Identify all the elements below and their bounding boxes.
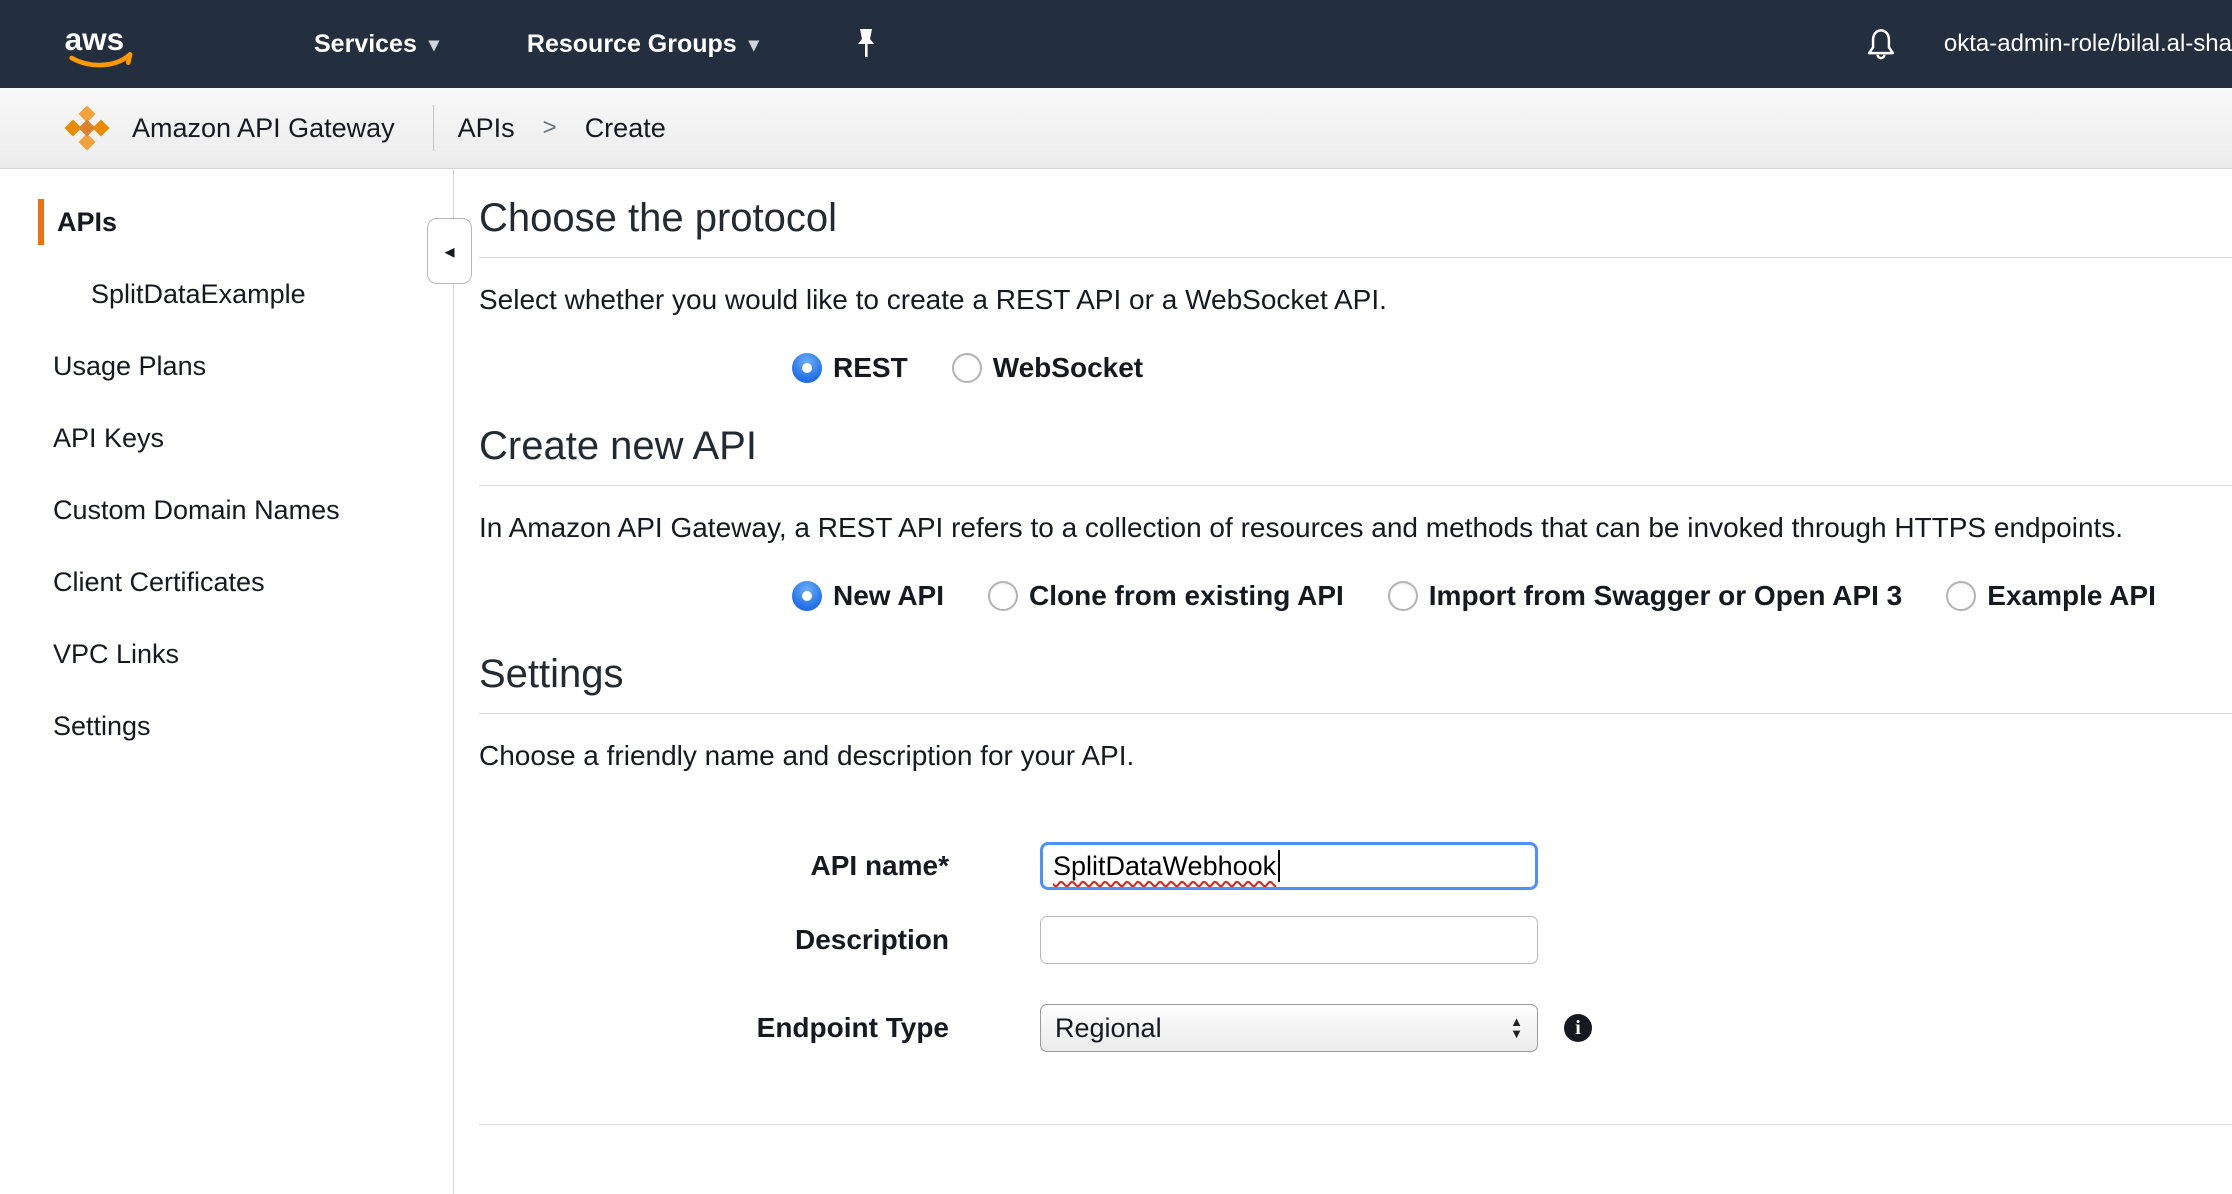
sidebar-item-splitdataexample[interactable]: SplitDataExample: [0, 258, 453, 330]
api-gateway-icon: [64, 105, 110, 151]
description-input[interactable]: [1040, 916, 1538, 964]
new-api-radio-label: New API: [833, 580, 944, 612]
example-api-radio-label: Example API: [1987, 580, 2156, 612]
api-name-value: SplitDataWebhook: [1053, 851, 1276, 882]
clone-existing-radio-label: Clone from existing API: [1029, 580, 1344, 612]
breadcrumb-separator: >: [543, 114, 557, 142]
clone-existing-radio[interactable]: [988, 581, 1018, 611]
rest-radio-label: REST: [833, 352, 908, 384]
websocket-radio[interactable]: [952, 353, 982, 383]
bell-icon: [1864, 27, 1898, 61]
resource-groups-menu[interactable]: Resource Groups ▾: [527, 30, 759, 59]
protocol-section-description: Select whether you would like to create …: [479, 284, 2232, 316]
sidebar-item-apis[interactable]: APIs: [38, 199, 453, 245]
new-api-radio[interactable]: [792, 581, 822, 611]
aws-logo[interactable]: aws: [60, 18, 144, 70]
websocket-radio-label: WebSocket: [993, 352, 1143, 384]
endpoint-type-value: Regional: [1055, 1013, 1162, 1044]
service-name: Amazon API Gateway: [132, 113, 395, 144]
api-name-row: API name* SplitDataWebhook: [479, 842, 2232, 890]
sidebar-item-custom-domain-names[interactable]: Custom Domain Names: [0, 474, 453, 546]
api-name-label: API name*: [479, 850, 949, 882]
chevron-down-icon: ▾: [429, 32, 439, 57]
protocol-section-title: Choose the protocol: [479, 196, 2232, 241]
create-api-radio-group: New API Clone from existing API Import f…: [792, 580, 2232, 612]
pin-icon: [851, 27, 881, 61]
sidebar-item-client-certificates[interactable]: Client Certificates: [0, 546, 453, 618]
breadcrumb: APIs > Create: [458, 113, 666, 144]
aws-logo-icon: aws: [60, 18, 144, 70]
collapse-left-icon: ◂: [444, 239, 454, 264]
create-api-section-description: In Amazon API Gateway, a REST API refers…: [479, 512, 2232, 544]
settings-section-description: Choose a friendly name and description f…: [479, 740, 2232, 772]
sidebar-item-usage-plans[interactable]: Usage Plans: [0, 330, 453, 402]
example-api-radio[interactable]: [1946, 581, 1976, 611]
radio-option-new-api[interactable]: New API: [792, 580, 944, 612]
import-swagger-radio[interactable]: [1388, 581, 1418, 611]
services-menu-label: Services: [314, 30, 417, 59]
divider: [479, 257, 2232, 258]
endpoint-type-row: Endpoint Type Regional ▲ ▼ i: [479, 1004, 2232, 1052]
services-menu[interactable]: Services ▾: [314, 30, 439, 59]
radio-option-websocket[interactable]: WebSocket: [952, 352, 1143, 384]
sidebar-item-api-keys[interactable]: API Keys: [0, 402, 453, 474]
divider: [479, 485, 2232, 486]
sidebar-collapse-button[interactable]: ◂: [427, 218, 472, 284]
create-api-section-title: Create new API: [479, 424, 2232, 469]
api-name-input[interactable]: SplitDataWebhook: [1040, 842, 1538, 890]
rest-radio[interactable]: [792, 353, 822, 383]
api-settings-form: API name* SplitDataWebhook Description E…: [479, 842, 2232, 1052]
endpoint-type-info-icon[interactable]: i: [1564, 1014, 1592, 1042]
top-navigation-bar: aws Services ▾ Resource Groups ▾ okta-ad…: [0, 0, 2232, 88]
svg-text:aws: aws: [65, 21, 125, 57]
endpoint-type-label: Endpoint Type: [479, 1012, 949, 1044]
settings-section-title: Settings: [479, 652, 2232, 697]
text-cursor: [1278, 850, 1280, 882]
import-swagger-radio-label: Import from Swagger or Open API 3: [1429, 580, 1902, 612]
select-arrows-icon: ▲ ▼: [1510, 1016, 1527, 1040]
header-divider: [433, 105, 434, 151]
notifications-button[interactable]: [1864, 27, 1898, 61]
description-row: Description: [479, 916, 2232, 964]
service-home-link[interactable]: Amazon API Gateway: [64, 105, 395, 151]
breadcrumb-apis-link[interactable]: APIs: [458, 113, 515, 144]
resource-groups-menu-label: Resource Groups: [527, 30, 737, 59]
select-arrow-down-icon: ▼: [1510, 1028, 1523, 1040]
breadcrumb-current-page: Create: [585, 113, 666, 144]
divider: [479, 1124, 2232, 1125]
sidebar-item-vpc-links[interactable]: VPC Links: [0, 618, 453, 690]
sidebar-navigation: APIs SplitDataExample Usage Plans API Ke…: [0, 170, 454, 1194]
service-header-bar: Amazon API Gateway APIs > Create: [0, 88, 2232, 169]
topnav-right-group: okta-admin-role/bilal.al-sha: [1864, 27, 2232, 61]
endpoint-type-select[interactable]: Regional ▲ ▼: [1040, 1004, 1538, 1052]
chevron-down-icon: ▾: [749, 32, 759, 57]
radio-option-rest[interactable]: REST: [792, 352, 908, 384]
radio-option-example-api[interactable]: Example API: [1946, 580, 2156, 612]
divider: [479, 713, 2232, 714]
pin-shortcut-button[interactable]: [851, 27, 881, 61]
account-menu[interactable]: okta-admin-role/bilal.al-sha: [1944, 30, 2232, 58]
main-content: Choose the protocol Select whether you w…: [455, 170, 2232, 1194]
radio-option-clone-existing[interactable]: Clone from existing API: [988, 580, 1344, 612]
protocol-radio-group: REST WebSocket: [792, 352, 2232, 384]
sidebar-item-settings[interactable]: Settings: [0, 690, 453, 762]
description-label: Description: [479, 924, 949, 956]
radio-option-import-swagger[interactable]: Import from Swagger or Open API 3: [1388, 580, 1902, 612]
